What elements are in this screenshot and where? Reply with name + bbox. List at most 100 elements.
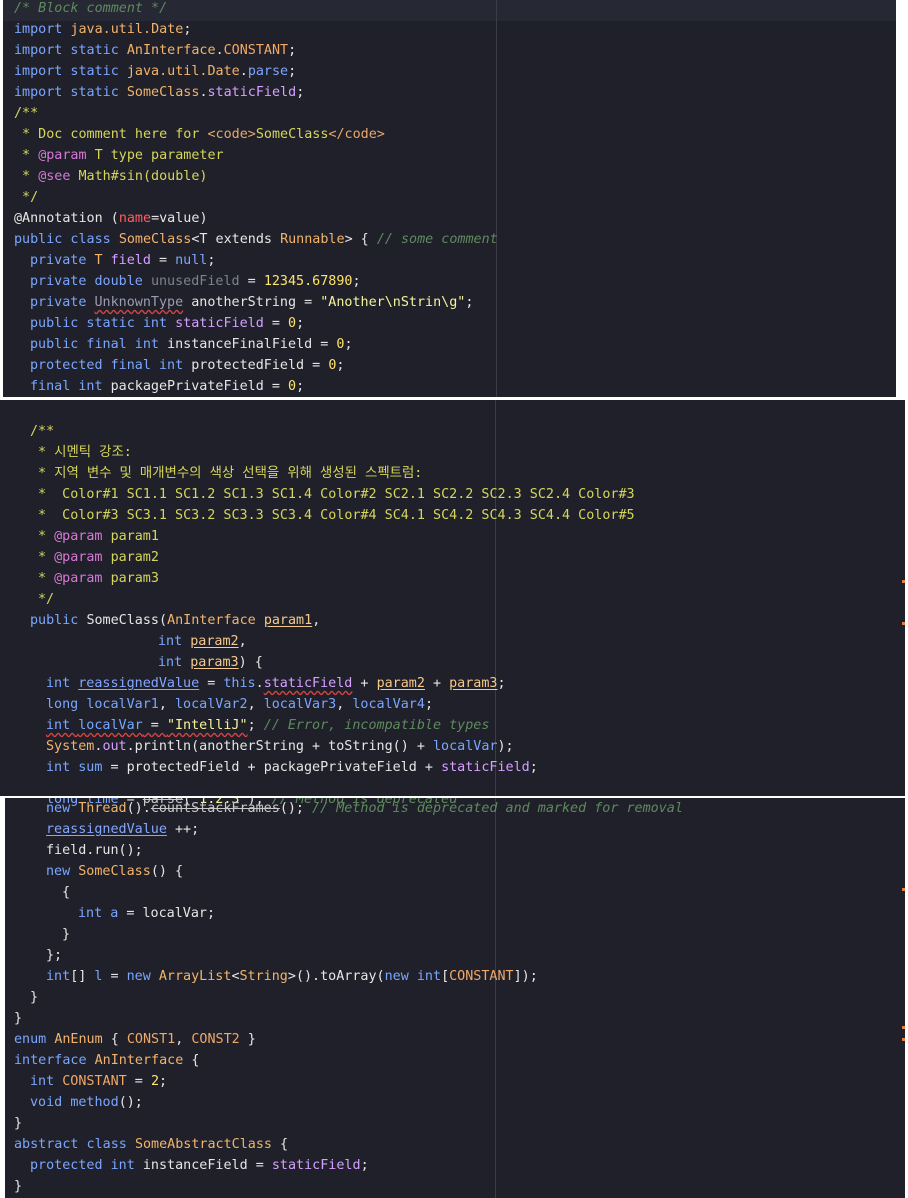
html-tag: </code> [328, 127, 385, 142]
error-stripe-mark[interactable] [902, 888, 905, 891]
code-line[interactable]: int param3) { [158, 652, 263, 673]
error-stripe-mark[interactable] [902, 622, 905, 625]
code-line[interactable]: import java.util.Date; [14, 19, 191, 40]
field-name: staticField [207, 85, 297, 100]
package: java.util. [126, 64, 208, 79]
code-line[interactable]: import static AnInterface.CONSTANT; [14, 40, 296, 61]
code-line[interactable]: */ [14, 187, 38, 208]
code-line[interactable]: public class SomeClass<T extends Runnabl… [14, 229, 498, 250]
error-stripe-mark[interactable] [902, 1038, 905, 1041]
editor-pane-middle[interactable]: /** * 시멘틱 강조: * 지역 변수 및 매개변수의 색상 선택을 위해 … [0, 400, 905, 796]
field-name: packagePrivateField [263, 760, 417, 775]
code-line[interactable]: * 시멘틱 강조: [38, 442, 132, 463]
code-line[interactable]: public static int staticField = 0; [30, 313, 304, 334]
code-line[interactable]: import static SomeClass.staticField; [14, 82, 304, 103]
html-tag: <code> [207, 127, 256, 142]
code-line[interactable]: System.out.println(anotherString + toStr… [46, 736, 514, 757]
error-stripe-mark[interactable] [902, 1026, 905, 1029]
code-line[interactable]: final int packagePrivateField = 0; [30, 376, 304, 397]
parameter: param2 [376, 676, 425, 691]
code-line[interactable]: protected int instanceField = staticFiel… [30, 1155, 369, 1176]
code-line[interactable]: void method(); [30, 1092, 143, 1113]
annotation-key: name [118, 211, 152, 226]
code-line[interactable]: * Color#1 SC1.1 SC1.2 SC1.3 SC1.4 Color#… [38, 484, 635, 505]
code-line[interactable]: * @param T type parameter [14, 145, 224, 166]
code-line[interactable]: } [62, 924, 70, 945]
code-line[interactable]: { [62, 882, 70, 903]
constant: CONSTANT [449, 969, 514, 984]
code-line[interactable]: protected final int protectedField = 0; [30, 355, 344, 376]
code-line[interactable]: * @param param1 [38, 526, 159, 547]
class-name: AnInterface [167, 613, 256, 628]
code-line[interactable]: } [14, 1008, 22, 1029]
class-name: SomeClass [126, 85, 200, 100]
field-name: staticField [263, 676, 353, 691]
code-line[interactable]: public final int instanceFinalField = 0; [30, 334, 353, 355]
doc-param: param1 [110, 529, 159, 544]
field-name: instanceField [142, 1158, 248, 1173]
code-line[interactable]: int param2, [158, 631, 247, 652]
editor-pane-top[interactable]: /* Block comment */ import java.util.Dat… [3, 0, 896, 397]
code-line[interactable]: private T field = null; [30, 250, 215, 271]
variable: reassignedValue [78, 676, 200, 691]
keyword: public class [14, 232, 119, 247]
field-name: protectedField [191, 358, 305, 373]
annotation: @Annotation [14, 211, 103, 226]
line-comment: // Method is deprecated and marked for r… [312, 801, 683, 816]
code-line[interactable]: long localVar1, localVar2, localVar3, lo… [46, 694, 433, 715]
code-line[interactable]: int CONSTANT = 2; [30, 1071, 167, 1092]
code-line[interactable]: public SomeClass(AnInterface param1, [30, 610, 320, 631]
code-line[interactable]: @Annotation (name=value) [14, 208, 208, 229]
code-line[interactable]: field.run(); [46, 840, 143, 861]
variable: sum [78, 760, 103, 775]
doc-tag: @param [54, 529, 103, 544]
code-line[interactable]: private UnknownType anotherString = "Ano… [30, 292, 473, 313]
code-line[interactable]: * @see Math#sin(double) [14, 166, 207, 187]
code-line[interactable]: } [14, 1176, 22, 1197]
code-line[interactable]: int localVar = "IntelliJ"; // Error, inc… [46, 715, 489, 736]
doc-comment: */ [38, 592, 55, 607]
code-line[interactable]: int[] l = new ArrayList<String>().toArra… [46, 966, 538, 987]
code-line[interactable]: interface AnInterface { [14, 1050, 199, 1071]
error-stripe-mark[interactable] [902, 580, 905, 583]
code-line[interactable]: } [30, 987, 38, 1008]
keyword: import static [14, 64, 127, 79]
string-literal: "Another\nStrin\g" [320, 295, 466, 310]
right-margin-guide [495, 798, 496, 1198]
block-comment: /* Block comment */ [14, 1, 168, 16]
code-line[interactable]: int sum = protectedField + packagePrivat… [46, 757, 538, 778]
class-name: AnEnum [54, 1032, 103, 1047]
code-line[interactable]: * @param param3 [38, 568, 159, 589]
code-line[interactable]: * 지역 변수 및 매개변수의 색상 선택을 위해 생성된 스펙트럼: [38, 463, 422, 484]
code-line[interactable]: */ [38, 589, 54, 610]
code-line[interactable]: int a = localVar; [78, 903, 215, 924]
code-line[interactable]: new Thread().countStackFrames(); // Meth… [46, 798, 683, 819]
constant: CONSTANT [62, 1074, 127, 1089]
doc-param: param3 [110, 571, 159, 586]
code-line[interactable]: private double unusedField = 12345.67890… [30, 271, 361, 292]
class-name: ArrayList [158, 969, 232, 984]
number-literal: 2 [150, 1074, 159, 1089]
code-line[interactable]: import static java.util.Date.parse; [14, 61, 296, 82]
code-line[interactable]: * Color#3 SC3.1 SC3.2 SC3.3 SC3.4 Color#… [38, 505, 635, 526]
field-name: staticField [175, 316, 264, 331]
code-line[interactable]: } [14, 1113, 22, 1134]
code-line[interactable]: }; [46, 945, 62, 966]
code-line[interactable]: * Doc comment here for <code>SomeClass</… [14, 124, 385, 145]
code-line[interactable]: /* Block comment */ [14, 0, 167, 19]
code-line[interactable]: enum AnEnum { CONST1, CONST2 } [14, 1029, 256, 1050]
keyword: new [46, 801, 79, 816]
code-line[interactable]: reassignedValue ++; [46, 819, 199, 840]
code-line[interactable]: * @param param2 [38, 547, 159, 568]
code-line[interactable]: /** [30, 421, 54, 442]
code-line[interactable]: /** [14, 103, 38, 124]
editor-pane-bottom[interactable]: long time = parse("1.2.3"); // Method is… [5, 798, 905, 1198]
code-line[interactable]: new SomeClass() { [46, 861, 183, 882]
method-name: method [70, 1095, 119, 1110]
doc-comment: * Color#1 SC1.1 SC1.2 SC1.3 SC1.4 Color#… [38, 487, 635, 502]
keyword: abstract class [14, 1137, 135, 1152]
code-line[interactable]: int reassignedValue = this.staticField +… [46, 673, 506, 694]
keyword: int [158, 634, 183, 649]
code-line[interactable]: abstract class SomeAbstractClass { [14, 1134, 288, 1155]
parameter: param2 [190, 634, 239, 649]
